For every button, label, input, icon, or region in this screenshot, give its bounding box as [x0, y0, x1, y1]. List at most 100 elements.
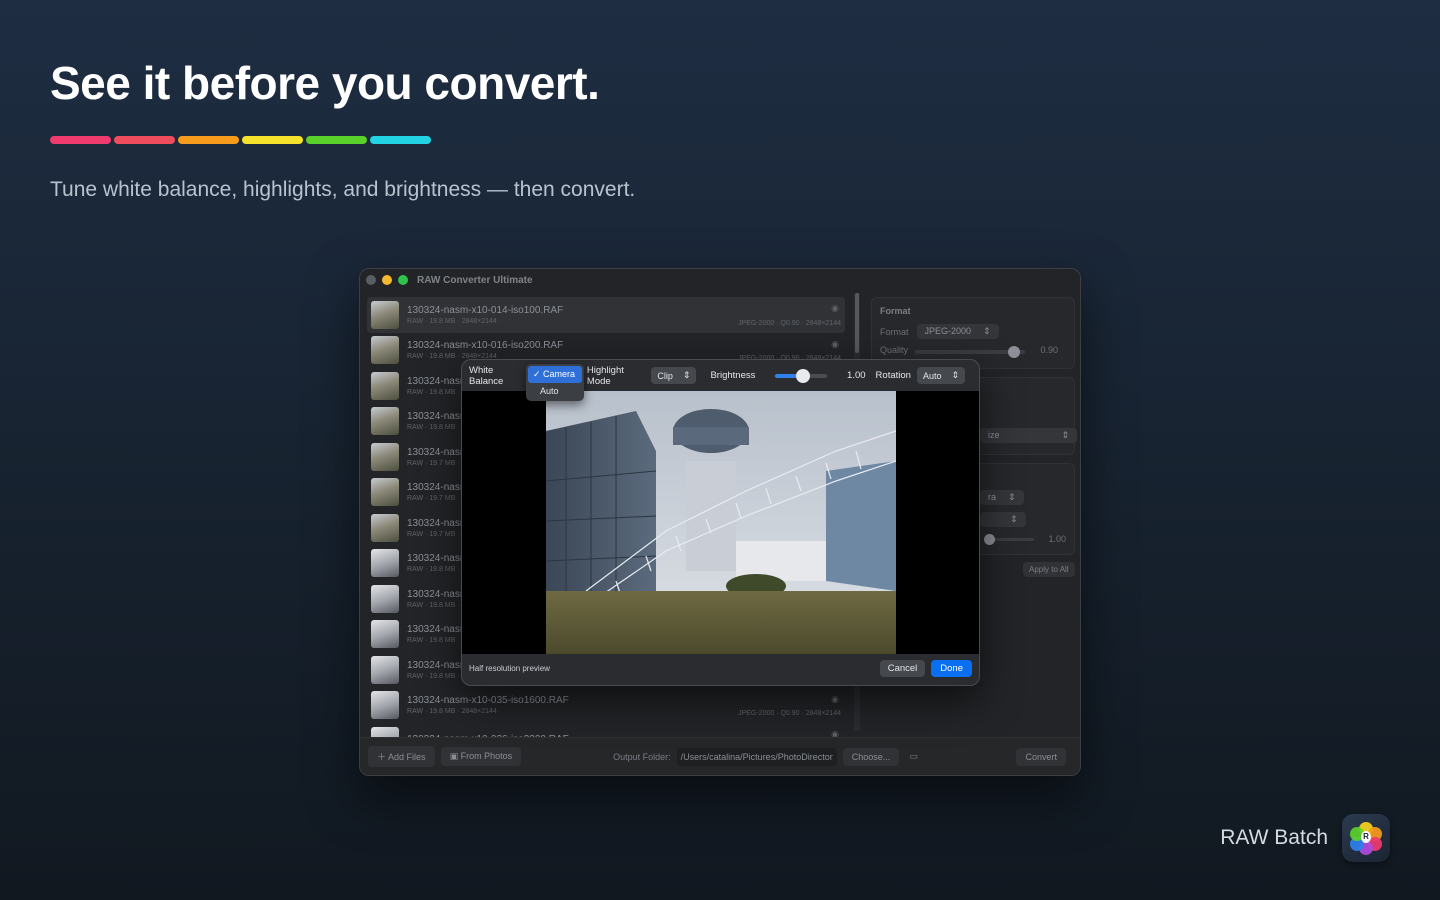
brightness-slider-knob[interactable]	[796, 368, 811, 383]
brightness-slider[interactable]	[984, 534, 1034, 545]
raw-batch-app-icon: R	[1342, 814, 1390, 862]
close-window-button[interactable]	[366, 275, 376, 285]
rotation-select[interactable]: Auto ⇕	[916, 367, 965, 384]
file-meta: RAW · 19.7 MB · 2	[407, 495, 466, 503]
color-bar-2	[178, 136, 239, 144]
file-meta: RAW · 19.8 MB · 2	[407, 566, 466, 574]
file-thumbnail	[371, 620, 399, 649]
wb-option-camera[interactable]: ✓ Camera	[528, 366, 582, 383]
file-name: 130324-nasm	[407, 588, 469, 600]
file-meta: RAW · 19.7 MB · 2	[407, 459, 466, 467]
brand-name: RAW Batch	[1220, 826, 1328, 849]
rotation-label: Rotation	[875, 370, 911, 381]
color-bars	[50, 136, 431, 144]
file-name: 130324-nasm	[407, 411, 469, 423]
folder-icon[interactable]: ▭	[909, 751, 918, 762]
quality-value: 0.90	[1040, 345, 1058, 355]
file-thumbnail	[371, 691, 399, 720]
image-preview	[462, 391, 979, 654]
color-bar-4	[306, 136, 367, 144]
hero-subtitle: Tune white balance, highlights, and brig…	[50, 178, 636, 201]
brightness-slider[interactable]	[775, 368, 828, 383]
bottom-toolbar: ＋ Add Files ▣ From Photos Output Folder:…	[360, 737, 1080, 775]
eye-icon[interactable]: ◉	[831, 694, 839, 705]
file-name: 130324-nasm-x10-016-iso200.RAF	[407, 340, 564, 352]
file-thumbnail	[371, 655, 399, 684]
file-name: 130324-nasm-x10-035-iso1600.RAF	[407, 695, 569, 707]
file-thumbnail	[371, 407, 399, 436]
file-thumbnail	[371, 336, 399, 365]
file-meta: RAW · 19.8 MB · 2	[407, 672, 466, 680]
wb-option-auto[interactable]: Auto	[528, 383, 582, 399]
file-name: 130324-nasm	[407, 375, 469, 387]
updown-icon: ⇕	[951, 370, 959, 380]
quality-label: Quality	[880, 345, 909, 355]
updown-icon: ⇕	[682, 370, 691, 380]
file-row[interactable]: 130324-nasm-x10-035-iso1600.RAF RAW · 19.…	[367, 688, 845, 724]
file-row[interactable]: 130324-nasm-x10-014-iso100.RAF RAW · 19.8…	[367, 297, 845, 333]
file-name: 130324-nasm	[407, 482, 469, 494]
file-name: 130324-nasm	[407, 624, 469, 636]
updown-icon: ⇕	[1010, 514, 1018, 524]
from-photos-button[interactable]: ▣ From Photos	[440, 747, 522, 766]
size-select[interactable]: ize ⇕	[980, 428, 1078, 443]
brightness-value: 1.00	[847, 370, 866, 381]
file-name: 130324-nasm	[407, 553, 469, 565]
file-meta: RAW · 19.8 MB · 2848×2144	[407, 708, 497, 716]
white-balance-label: White Balance	[469, 364, 504, 387]
format-label: Format	[880, 326, 909, 337]
file-thumbnail	[371, 478, 399, 507]
file-output-spec: JPEG-2000 · Q0.90 · 2848×2144	[738, 319, 841, 327]
file-meta: RAW · 19.7 MB · 2	[407, 530, 466, 538]
zoom-window-button[interactable]	[398, 275, 408, 285]
convert-button[interactable]: Convert	[1016, 747, 1066, 766]
eye-icon[interactable]: ◉	[831, 339, 839, 350]
eye-icon[interactable]: ◉	[831, 303, 839, 314]
file-name: 130324-nasm	[407, 659, 469, 671]
file-thumbnail	[371, 442, 399, 471]
output-folder-label: Output Folder:	[613, 751, 671, 762]
file-meta: RAW · 19.8 MB · 2	[407, 388, 466, 396]
hero-title: See it before you convert.	[50, 57, 600, 109]
file-name: 130324-nasm	[407, 446, 469, 458]
file-thumbnail	[371, 513, 399, 542]
color-bar-1	[114, 136, 175, 144]
file-meta: RAW · 19.8 MB · 2848×2144	[407, 317, 497, 325]
highlight-select[interactable]: ⇕	[980, 512, 1026, 527]
format-select[interactable]: JPEG-2000 ⇕	[916, 324, 999, 339]
cancel-button[interactable]: Cancel	[879, 660, 926, 677]
brightness-slider-knob[interactable]	[984, 534, 995, 545]
file-thumbnail	[371, 584, 399, 613]
highlight-mode-label: Highlight Mode	[586, 364, 624, 387]
file-name: 130324-nasm	[407, 517, 469, 529]
updown-icon: ⇕	[983, 326, 991, 336]
brand: RAW Batch R	[1220, 814, 1390, 862]
quality-slider-knob[interactable]	[1008, 346, 1020, 358]
preview-note: Half resolution preview	[469, 664, 550, 673]
brightness-label: Brightness	[710, 370, 756, 381]
file-thumbnail	[371, 371, 399, 400]
titlebar: RAW Converter Ultimate	[360, 269, 1080, 291]
apply-to-all-button[interactable]: Apply to All	[1023, 562, 1075, 577]
file-meta: RAW · 19.8 MB · 2	[407, 637, 466, 645]
file-meta: RAW · 19.8 MB · 2	[407, 424, 466, 432]
add-files-button[interactable]: ＋ Add Files	[368, 746, 435, 767]
photos-icon: ▣	[449, 751, 459, 761]
highlight-mode-select[interactable]: Clip ⇕	[651, 367, 697, 384]
quality-slider[interactable]	[915, 346, 1025, 358]
wb-select[interactable]: ra ⇕	[980, 490, 1024, 505]
file-name: 130324-nasm-x10-014-iso100.RAF	[407, 304, 564, 316]
done-button[interactable]: Done	[931, 660, 972, 677]
updown-icon: ⇕	[1061, 430, 1070, 440]
choose-button[interactable]: Choose...	[842, 747, 900, 766]
file-thumbnail	[371, 549, 399, 578]
updown-icon: ⇕	[1008, 492, 1016, 502]
white-balance-menu[interactable]: ✓ Camera Auto	[526, 364, 584, 401]
preview-sheet: White Balance ✓ Camera Auto Highlight Mo…	[461, 359, 980, 686]
window-title: RAW Converter Ultimate	[417, 274, 533, 286]
minimize-window-button[interactable]	[382, 275, 392, 285]
file-output-spec: JPEG-2000 · Q0.90 · 2848×2144	[738, 710, 841, 717]
plus-icon: ＋	[377, 752, 387, 762]
output-folder-path: /Users/catalina/Pictures/PhotoDirector	[676, 747, 837, 766]
preview-photo	[546, 391, 896, 654]
